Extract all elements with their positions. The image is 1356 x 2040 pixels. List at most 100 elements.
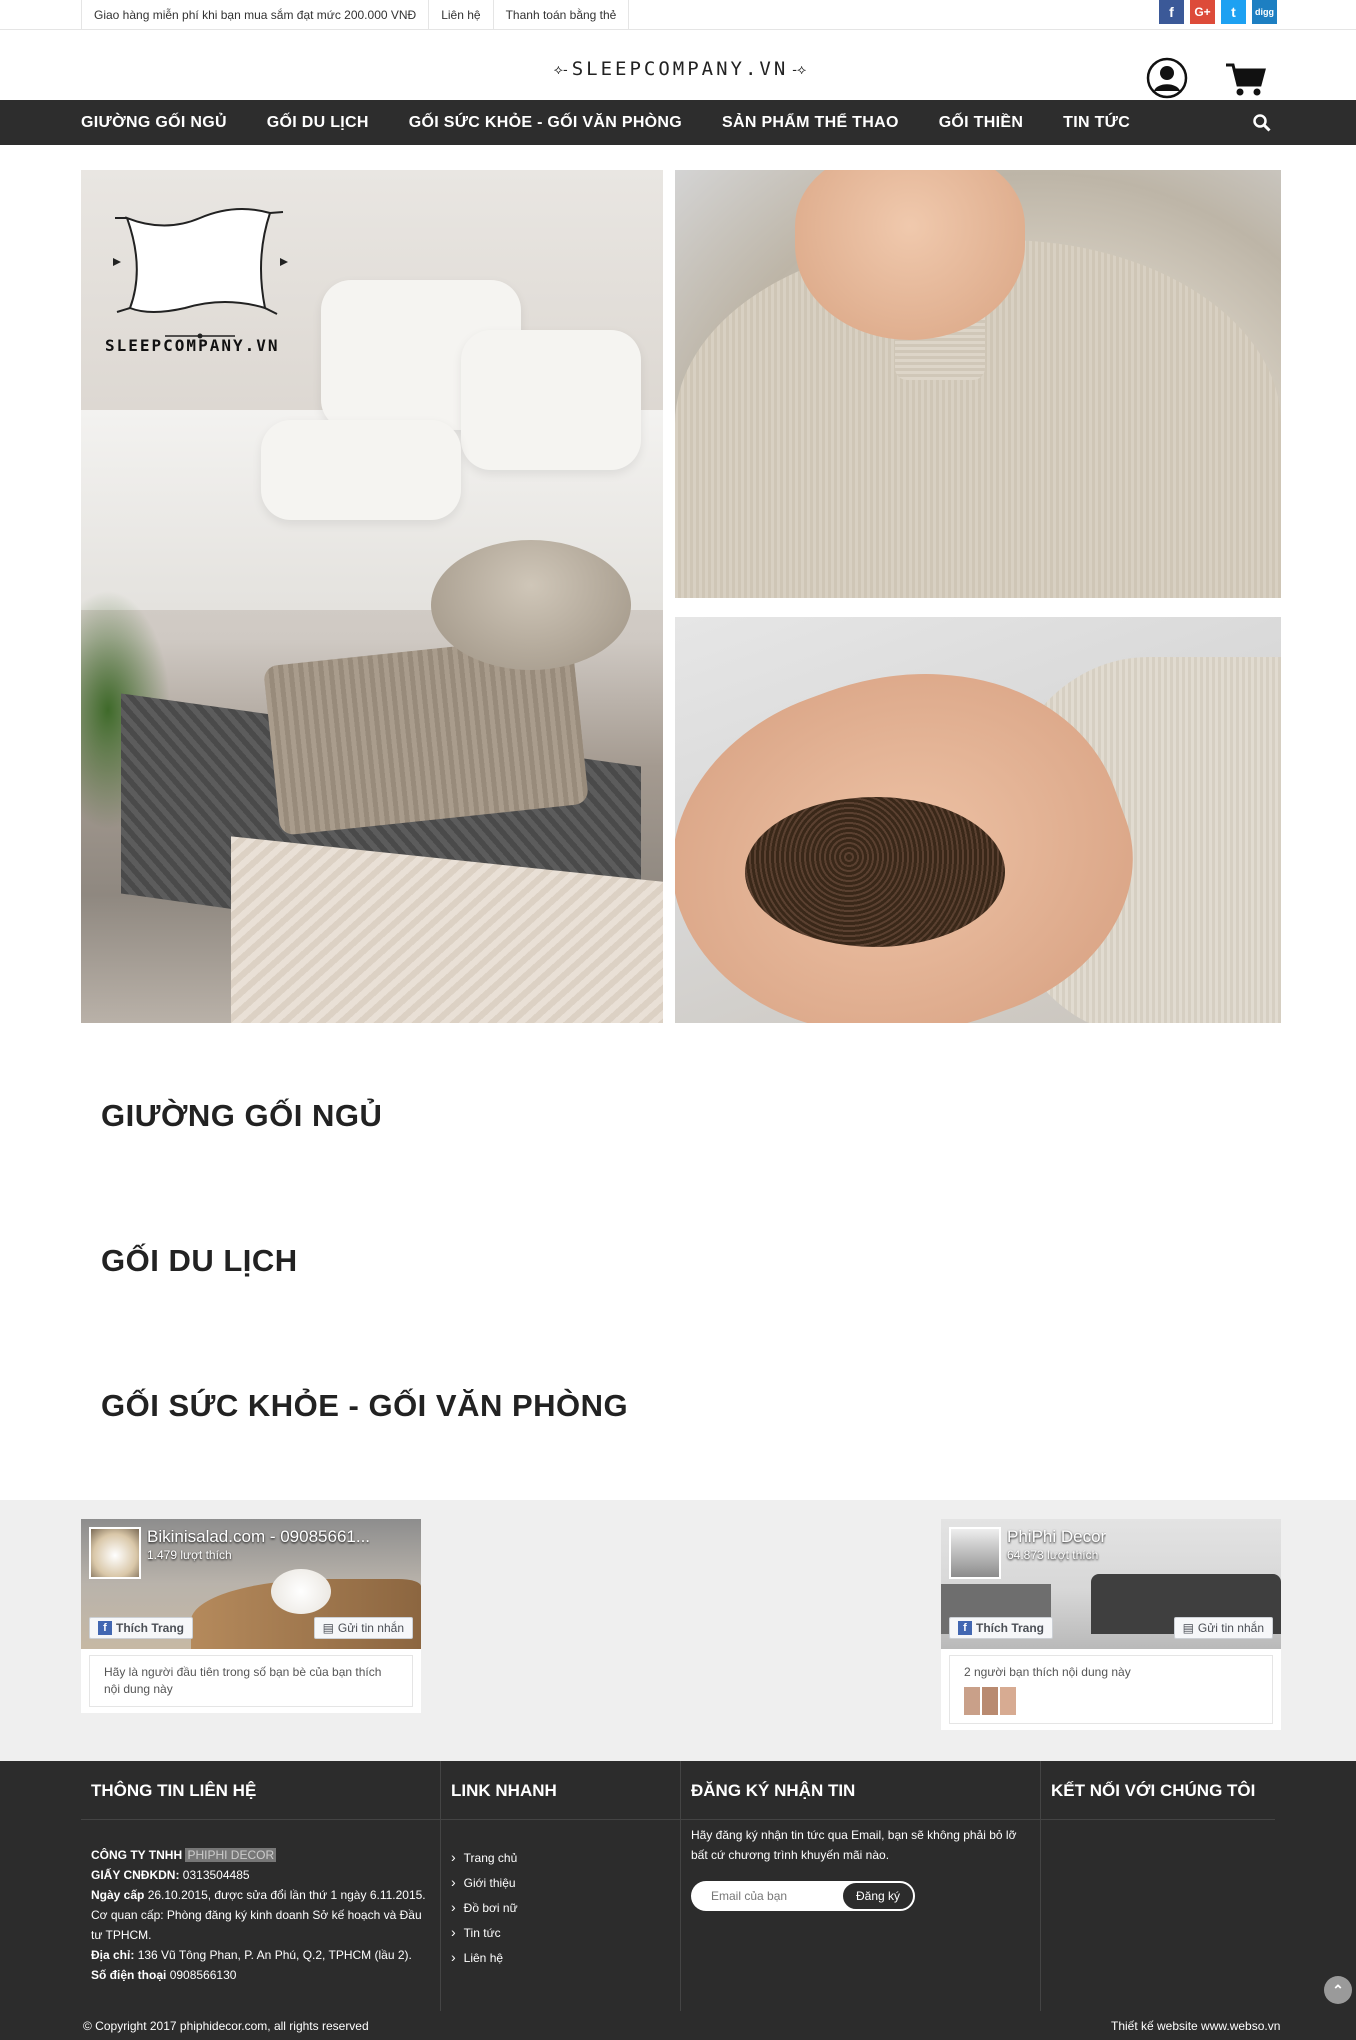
fb-send-message-label: Gửi tin nhắn [1197,1621,1264,1635]
fb-cover[interactable]: PhiPhi Decor 64.873 lượt thích f Thích T… [941,1519,1281,1649]
avatar[interactable] [1000,1687,1016,1715]
banner-buckwheat-image[interactable] [675,617,1281,1023]
avatar[interactable] [964,1687,980,1715]
fb-page-avatar[interactable] [89,1527,141,1579]
issue-label: Ngày cấp [91,1888,145,1902]
footer-quick-links-column: LINK NHANH Trang chủ Giới thiệu Đồ bơi n… [441,1761,681,2011]
pillow-shape [461,330,641,470]
divider [1041,1819,1275,1820]
top-links: Giao hàng miễn phí khi bạn mua sắm đạt m… [81,0,630,30]
fb-send-message-button[interactable]: ▤ Gửi tin nhắn [1173,1617,1273,1639]
email-input[interactable]: Email của bạn [691,1881,859,1911]
fb-like-page-button[interactable]: f Thích Trang [89,1617,194,1639]
contact-link[interactable]: Liên hệ [429,0,494,30]
fb-page-title[interactable]: Bikinisalad.com - 09085661... [147,1527,370,1547]
site-header: ⟡‐ SLEEPCOMPANY.VN ‐⟡ [0,30,1356,100]
issuing-agency: Cơ quan cấp: Phòng đăng ký kinh doanh Sở… [91,1908,422,1942]
nav-item-tin-tuc[interactable]: TIN TỨC [1063,114,1130,132]
search-icon[interactable] [1252,113,1272,133]
main-nav: GIƯỜNG GỐI NGỦ GỐI DU LỊCH GỐI SỨC KHỎE … [0,100,1356,145]
cart-icon[interactable] [1224,60,1266,98]
fb-friend-avatars [964,1687,1258,1715]
message-icon: ▤ [1182,1621,1194,1635]
quick-link-about[interactable]: Giới thiệu [451,1870,518,1895]
google-plus-icon[interactable]: G+ [1190,0,1215,24]
footer-subscribe-title: ĐĂNG KÝ NHẬN TIN [691,1781,856,1800]
fb-social-context: Hãy là người đầu tiên trong số bạn bè củ… [89,1655,413,1707]
back-to-top-button[interactable]: ⌃ [1324,1976,1352,2004]
category-title-goi-du-lich[interactable]: GỐI DU LỊCH [101,1243,298,1279]
social-links: f G+ t digg [1159,0,1277,24]
footer-quick-links-title: LINK NHANH [451,1781,557,1800]
address-value: 136 Vũ Tông Phan, P. An Phú, Q.2, TPHCM … [137,1948,412,1962]
footer-subscribe-column: ĐĂNG KÝ NHẬN TIN Hãy đăng ký nhận tin tứ… [681,1761,1041,2011]
address-label: Địa chỉ: [91,1948,135,1962]
fb-page-avatar[interactable] [949,1527,1001,1579]
fb-like-count: 64.873 lượt thích [1007,1548,1099,1562]
fb-page-title[interactable]: PhiPhi Decor [1007,1527,1106,1547]
message-icon: ▤ [322,1621,334,1635]
free-shipping-notice: Giao hàng miễn phí khi bạn mua sắm đạt m… [81,0,430,30]
pillow-shape [261,420,461,520]
fb-like-count: 1.479 lượt thích [147,1548,232,1562]
nav-item-goi-du-lich[interactable]: GỐI DU LỊCH [267,114,369,132]
fb-cover[interactable]: Bikinisalad.com - 09085661... 1.479 lượt… [81,1519,421,1649]
copyright-text: © Copyright 2017 phiphidecor.com, all ri… [83,2019,369,2033]
nav-item-goi-suc-khoe[interactable]: GỐI SỨC KHỎE - GỐI VĂN PHÒNG [409,114,682,132]
quick-link-swimwear[interactable]: Đồ bơi nữ [451,1895,518,1920]
buckwheat-hulls-shape [745,797,1005,947]
site-logo[interactable]: ⟡‐ SLEEPCOMPANY.VN ‐⟡ [554,52,806,86]
pouf-shape [431,540,631,670]
logo-text: SLEEPCOMPANY.VN [571,58,789,80]
divider [441,1819,680,1820]
facebook-page-widget-bikinisalad: Bikinisalad.com - 09085661... 1.479 lượt… [81,1519,421,1713]
category-title-giuong-goi-ngu[interactable]: GIƯỜNG GỐI NGỦ [101,1098,382,1134]
subscribe-button[interactable]: Đăng ký [841,1881,915,1911]
contact-info: CÔNG TY TNHH PHIPHI DECOR GIẤY CNĐKDN: 0… [91,1845,431,1985]
footer-contact-column: THÔNG TIN LIÊN HỆ CÔNG TY TNHH PHIPHI DE… [81,1761,441,2011]
facebook-widgets-area: Bikinisalad.com - 09085661... 1.479 lượt… [0,1500,1356,1761]
fb-friends-like-text: 2 người bạn thích nội dung này [964,1665,1131,1679]
fb-send-message-label: Gửi tin nhắn [337,1621,404,1635]
license-label: GIẤY CNĐKDN: [91,1868,180,1882]
banner-bag-handle-image[interactable] [675,170,1281,598]
quick-link-contact[interactable]: Liên hệ [451,1945,518,1970]
facebook-icon[interactable]: f [1159,0,1184,24]
phone-label: Số điện thoại [91,1968,167,1982]
quick-link-home[interactable]: Trang chủ [451,1845,518,1870]
nav-item-giuong-goi-ngu[interactable]: GIƯỜNG GỐI NGỦ [81,114,227,132]
footer-contact-title: THÔNG TIN LIÊN HỆ [91,1781,257,1800]
subscribe-description: Hãy đăng ký nhận tin tức qua Email, bạn … [691,1828,1017,1862]
banner-living-room-image[interactable]: SLEEPCOMPANY.VN [81,170,663,1023]
bottom-bar: © Copyright 2017 phiphidecor.com, all ri… [0,2011,1356,2040]
quick-links-list: Trang chủ Giới thiệu Đồ bơi nữ Tin tức L… [451,1845,518,1970]
card-payment-link[interactable]: Thanh toán bằng thẻ [494,0,630,30]
quick-link-news[interactable]: Tin tức [451,1920,518,1945]
facebook-icon: f [98,1621,112,1635]
logo-ornament-right-icon: ‐⟡ [792,60,807,77]
top-bar: Giao hàng miễn phí khi bạn mua sắm đạt m… [0,0,1356,30]
nav-item-goi-thien[interactable]: GỐI THIỀN [939,114,1023,132]
divider [81,1819,440,1820]
user-icon[interactable] [1146,57,1188,99]
facebook-page-widget-phiphi: PhiPhi Decor 64.873 lượt thích f Thích T… [941,1519,1281,1730]
fb-social-context: 2 người bạn thích nội dung này [949,1655,1273,1724]
footer-connect-column: KẾT NỐI VỚI CHÚNG TÔI [1041,1761,1275,2011]
category-title-goi-suc-khoe[interactable]: GỐI SỨC KHỎE - GỐI VĂN PHÒNG [101,1388,628,1424]
fb-send-message-button[interactable]: ▤ Gửi tin nhắn [313,1617,413,1639]
company-name: PHIPHI DECOR [185,1848,277,1862]
logo-ornament-left-icon: ⟡‐ [553,60,568,77]
twitter-icon[interactable]: t [1221,0,1246,24]
avatar[interactable] [982,1687,998,1715]
banner-watermark-text: SLEEPCOMPANY.VN [105,336,280,355]
fb-like-page-label: Thích Trang [976,1621,1045,1635]
nav-item-san-pham-the-thao[interactable]: SẢN PHẨM THỂ THAO [722,114,899,132]
divider [681,1819,1040,1820]
license-value: 0313504485 [182,1868,250,1882]
digg-icon[interactable]: digg [1252,0,1277,24]
company-label: CÔNG TY TNHH [91,1848,183,1862]
fb-like-page-label: Thích Trang [116,1621,185,1635]
design-credit-link[interactable]: Thiết kế website www.webso.vn [1111,2019,1280,2033]
fb-like-page-button[interactable]: f Thích Trang [949,1617,1054,1639]
site-footer: THÔNG TIN LIÊN HỆ CÔNG TY TNHH PHIPHI DE… [0,1761,1356,2011]
